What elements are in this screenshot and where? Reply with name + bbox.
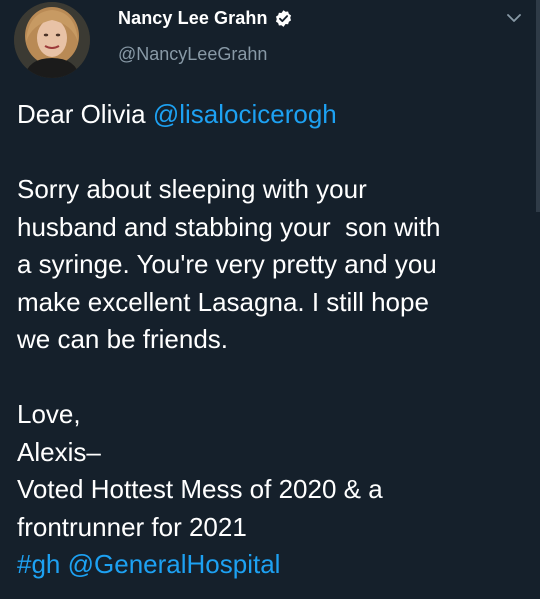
author-name-row[interactable]: Nancy Lee Grahn bbox=[118, 8, 293, 29]
body-line: we can be friends. bbox=[17, 324, 229, 354]
body-line: husband and stabbing your son with bbox=[17, 211, 441, 242]
body-line: make excellent Lasagna. I still hope bbox=[17, 286, 429, 317]
greeting-line: Dear Olivia @lisalocicerogh bbox=[17, 96, 523, 134]
verified-badge-icon bbox=[274, 9, 293, 28]
hashtag-link[interactable]: #gh bbox=[17, 549, 60, 579]
mention-link[interactable]: @lisalocicerogh bbox=[153, 99, 337, 129]
tags-line: #gh @GeneralHospital bbox=[17, 546, 523, 584]
body-line: Sorry about sleeping with your bbox=[17, 174, 367, 204]
body-line: a syringe. You're very pretty and you bbox=[17, 249, 437, 279]
author-handle[interactable]: @NancyLeeGrahn bbox=[118, 44, 267, 65]
signoff-line: Alexis– bbox=[17, 436, 101, 467]
avatar[interactable] bbox=[14, 2, 90, 78]
signoff-line: frontrunner for 2021 bbox=[17, 511, 247, 542]
greeting-text: Dear Olivia bbox=[17, 99, 153, 129]
mention-link[interactable]: @GeneralHospital bbox=[68, 549, 281, 579]
signoff-line: Love, bbox=[17, 399, 81, 429]
chevron-down-icon[interactable] bbox=[506, 10, 522, 26]
tweet-text: Dear Olivia @lisalocicerogh Sorry about … bbox=[17, 96, 523, 584]
scrollbar[interactable] bbox=[536, 0, 540, 212]
author-display-name[interactable]: Nancy Lee Grahn bbox=[118, 8, 268, 29]
avatar-photo bbox=[14, 2, 90, 78]
signoff-line: Voted Hottest Mess of 2020 & a bbox=[17, 474, 383, 504]
tweet-card: Nancy Lee Grahn @NancyLeeGrahn Dear Oliv… bbox=[0, 0, 540, 599]
